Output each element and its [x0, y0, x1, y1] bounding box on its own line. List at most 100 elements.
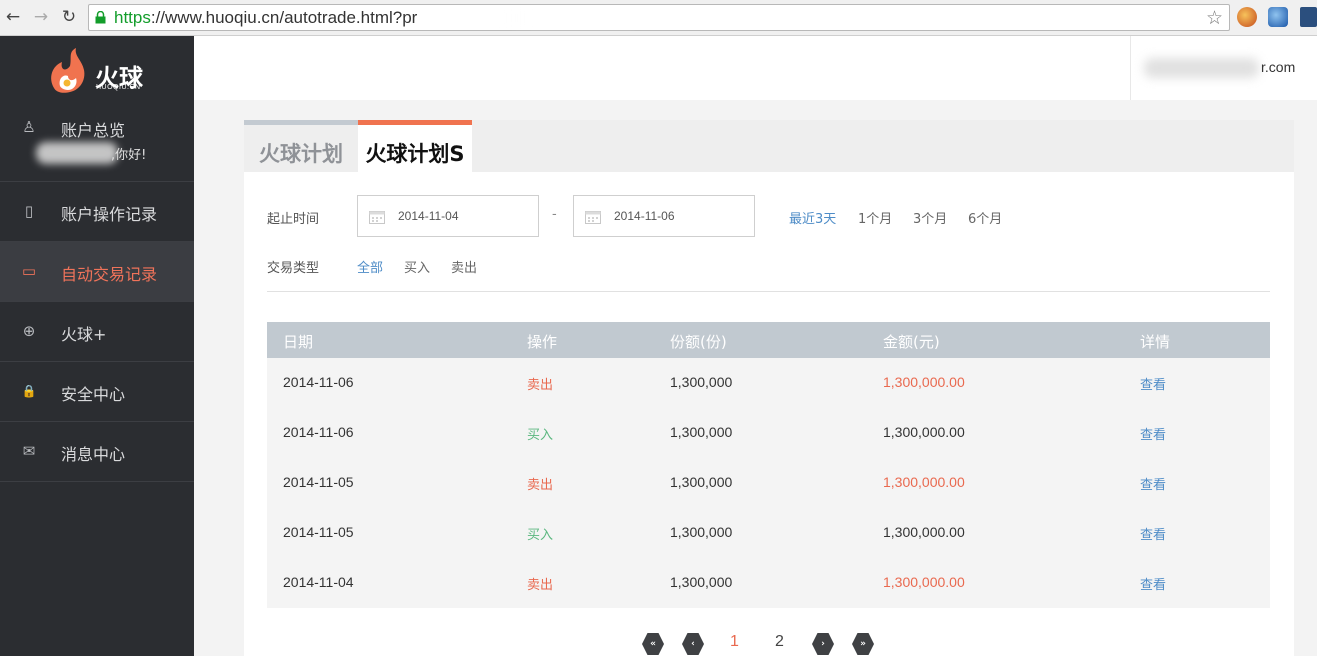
user-email-redaction — [1144, 58, 1259, 78]
row-operation: 卖出 — [527, 477, 554, 492]
tab-huoqiu-plan-s[interactable]: 火球计划S — [358, 120, 472, 172]
sidebar: 火球 HUOQIU.CN ♙ 账户总览 ,你好! ▯ 账户操作记录 ▭ 自动交易… — [0, 36, 194, 656]
notebook-icon: ▯ — [24, 202, 34, 220]
tab-huoqiu-plan[interactable]: 火球计划 — [244, 120, 358, 172]
view-detail-link[interactable]: 查看 — [1140, 574, 1166, 593]
table-row: 2014-11-06 卖出 1,300,000 1,300,000.00 查看 — [267, 358, 1270, 408]
date-range-label: 起止时间 — [267, 212, 320, 227]
type-filter-all[interactable]: 全部 — [357, 257, 383, 276]
view-detail-link[interactable]: 查看 — [1140, 474, 1166, 493]
plus-circle-icon: ⊕ — [22, 322, 36, 340]
row-amount: 1,300,000.00 — [883, 474, 965, 490]
header-divider — [1130, 36, 1131, 100]
row-shares: 1,300,000 — [670, 574, 733, 590]
extension-icon[interactable] — [1300, 7, 1317, 27]
sidebar-item-label: 安全中心 — [61, 385, 126, 404]
quick-range-3months[interactable]: 3个月 — [913, 208, 947, 227]
row-shares: 1,300,000 — [670, 524, 733, 540]
extension-icon[interactable] — [1237, 7, 1257, 27]
column-header-shares: 份额(份) — [670, 333, 727, 351]
row-amount: 1,300,000.00 — [883, 574, 965, 590]
sidebar-item-label: 账户总览 — [61, 121, 126, 140]
address-bar[interactable]: https://www.huoqiu.cn/autotrade.html?pr … — [88, 4, 1230, 31]
row-amount: 1,300,000.00 — [883, 374, 965, 390]
user-icon: ♙ — [22, 118, 36, 136]
table-row: 2014-11-06 买入 1,300,000 1,300,000.00 查看 — [267, 408, 1270, 458]
mail-icon: ✉ — [22, 442, 36, 460]
view-detail-link[interactable]: 查看 — [1140, 424, 1166, 443]
back-icon[interactable]: ← — [2, 6, 24, 28]
row-operation: 买入 — [527, 427, 554, 442]
page-number-current[interactable]: 1 — [730, 633, 739, 651]
row-date: 2014-11-06 — [283, 424, 354, 440]
sidebar-item-account-overview[interactable]: ♙ 账户总览 ,你好! — [0, 98, 194, 182]
row-operation: 买入 — [527, 527, 554, 542]
row-shares: 1,300,000 — [670, 374, 733, 390]
date-range-separator: - — [552, 207, 557, 222]
row-date: 2014-11-05 — [283, 524, 354, 540]
sidebar-item-label: 消息中心 — [61, 445, 126, 464]
row-date: 2014-11-06 — [283, 374, 354, 390]
plan-tabs: 火球计划 火球计划S — [244, 120, 1294, 172]
page-number[interactable]: 2 — [775, 633, 784, 651]
type-filter-sell[interactable]: 卖出 — [451, 257, 477, 276]
forward-icon[interactable]: → — [30, 6, 52, 28]
pagination: « ‹ 1 2 › » — [642, 632, 882, 656]
browser-toolbar: ← → ↻ https://www.huoqiu.cn/autotrade.ht… — [0, 0, 1317, 36]
table-header: 日期 操作 份额(份) 金额(元) 详情 — [267, 322, 1270, 358]
calendar-icon — [369, 211, 385, 224]
flame-logo-icon — [51, 48, 85, 93]
row-amount: 1,300,000.00 — [883, 524, 965, 540]
sidebar-item-label: 自动交易记录 — [61, 265, 158, 284]
url-text: https://www.huoqiu.cn/autotrade.html?pr — [114, 8, 418, 27]
quick-range-6months[interactable]: 6个月 — [968, 208, 1002, 227]
bookmark-star-icon[interactable]: ☆ — [1206, 7, 1223, 29]
lock-icon: 🔒 — [21, 384, 37, 398]
trade-type-label: 交易类型 — [267, 261, 320, 276]
prev-page-button[interactable]: ‹ — [682, 633, 704, 655]
extension-icon[interactable] — [1268, 7, 1288, 27]
start-date-input[interactable]: 2014-11-04 — [357, 195, 539, 237]
end-date-value: 2014-11-06 — [614, 209, 675, 223]
laptop-icon: ▭ — [21, 262, 37, 280]
start-date-value: 2014-11-04 — [398, 209, 459, 223]
lock-icon — [95, 11, 106, 24]
sidebar-item-huoqiu-plus[interactable]: ⊕ 火球+ — [0, 302, 194, 362]
trade-records-panel: 火球计划 火球计划S 起止时间 2014-11-04 - 2014-11-06 … — [244, 120, 1294, 656]
user-email[interactable]: r.com — [1261, 59, 1295, 75]
next-page-button[interactable]: › — [812, 633, 834, 655]
row-date: 2014-11-04 — [283, 574, 354, 590]
sidebar-item-security-center[interactable]: 🔒 安全中心 — [0, 362, 194, 422]
table-row: 2014-11-05 买入 1,300,000 1,300,000.00 查看 — [267, 508, 1270, 558]
url-redaction — [499, 9, 634, 27]
row-operation: 卖出 — [527, 577, 554, 592]
logo-subtext: HUOQIU.CN — [96, 84, 141, 91]
row-amount: 1,300,000.00 — [883, 424, 965, 440]
sidebar-item-message-center[interactable]: ✉ 消息中心 — [0, 422, 194, 482]
column-header-detail: 详情 — [1140, 333, 1171, 351]
row-operation: 卖出 — [527, 377, 554, 392]
logo[interactable]: 火球 HUOQIU.CN — [46, 48, 146, 98]
sidebar-item-operation-records[interactable]: ▯ 账户操作记录 — [0, 182, 194, 242]
row-shares: 1,300,000 — [670, 424, 733, 440]
column-header-amount: 金额(元) — [883, 333, 940, 351]
table-row: 2014-11-04 卖出 1,300,000 1,300,000.00 查看 — [267, 558, 1270, 608]
row-shares: 1,300,000 — [670, 474, 733, 490]
table-row: 2014-11-05 卖出 1,300,000 1,300,000.00 查看 — [267, 458, 1270, 508]
sidebar-item-label: 火球+ — [61, 325, 107, 344]
sidebar-item-auto-trade-records[interactable]: ▭ 自动交易记录 — [0, 242, 194, 302]
last-page-button[interactable]: » — [852, 633, 874, 655]
first-page-button[interactable]: « — [642, 633, 664, 655]
quick-range-1month[interactable]: 1个月 — [858, 208, 892, 227]
column-header-operation: 操作 — [527, 333, 558, 351]
reload-icon[interactable]: ↻ — [58, 6, 80, 28]
calendar-icon — [585, 211, 601, 224]
view-detail-link[interactable]: 查看 — [1140, 374, 1166, 393]
row-date: 2014-11-05 — [283, 474, 354, 490]
quick-range-3days[interactable]: 最近3天 — [789, 208, 836, 227]
view-detail-link[interactable]: 查看 — [1140, 524, 1166, 543]
greeting-text: ,你好! — [111, 148, 147, 163]
end-date-input[interactable]: 2014-11-06 — [573, 195, 755, 237]
type-filter-buy[interactable]: 买入 — [404, 257, 430, 276]
username-redaction — [36, 142, 118, 164]
